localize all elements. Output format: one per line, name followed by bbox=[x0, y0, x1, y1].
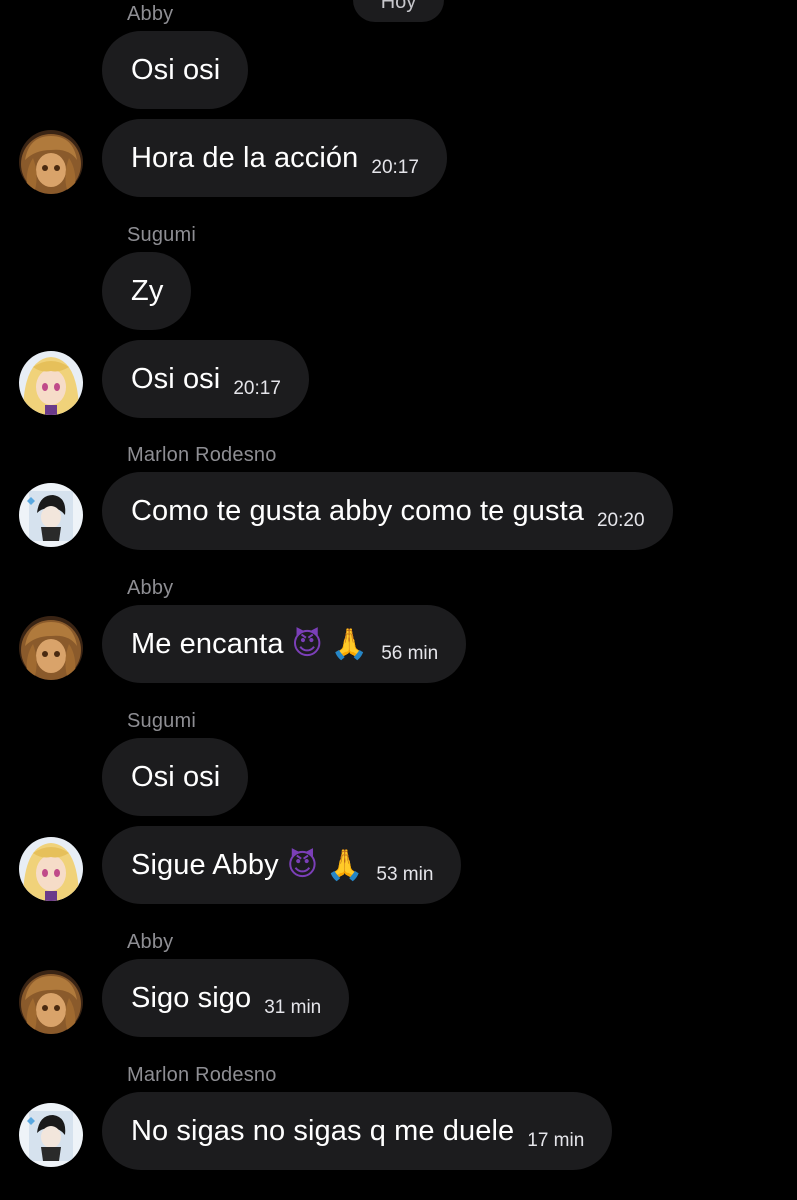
sender-name: Sugumi bbox=[127, 710, 197, 732]
abby-avatar[interactable] bbox=[19, 970, 83, 1034]
message-bubble[interactable]: Me encanta 😈 🙏 56 min bbox=[102, 605, 467, 683]
message-time: 17 min bbox=[527, 1130, 585, 1151]
sender-name: Abby bbox=[127, 3, 174, 25]
message-bubble[interactable]: Hora de la acción 20:17 bbox=[102, 119, 447, 197]
sender-name: Abby bbox=[127, 931, 174, 953]
smiling-devil-emoji: 😈 bbox=[286, 847, 319, 883]
sender-name: Marlon Rodesno bbox=[127, 1064, 277, 1086]
sender-name: Abby bbox=[127, 577, 174, 599]
message-text: Hora de la acción bbox=[131, 141, 359, 174]
message-time: 20:17 bbox=[371, 157, 419, 178]
message-time: 20:20 bbox=[596, 510, 645, 531]
sender-name: Marlon Rodesno bbox=[127, 444, 277, 466]
sugumi-avatar[interactable] bbox=[19, 837, 83, 901]
message-text: Sigue Abby bbox=[131, 848, 279, 881]
abby-avatar[interactable] bbox=[19, 616, 83, 680]
message-bubble[interactable]: Osi osi 20:17 bbox=[102, 340, 309, 418]
message-time: 53 min bbox=[376, 864, 434, 885]
message-bubble[interactable]: Sigo sigo 31 min bbox=[102, 959, 350, 1037]
marlon-avatar[interactable] bbox=[19, 483, 83, 547]
chat-thread: Hoy Abby Osi osi Hora de la acción 20:17… bbox=[0, 0, 797, 1200]
message-time: 56 min bbox=[381, 643, 439, 664]
message-text: Zy bbox=[131, 274, 164, 307]
abby-avatar[interactable] bbox=[19, 130, 83, 194]
message-text: No sigas no sigas q me duele bbox=[131, 1114, 515, 1147]
date-separator: Hoy bbox=[353, 0, 444, 22]
message-text: Como te gusta abby como te gusta bbox=[131, 494, 584, 527]
marlon-avatar[interactable] bbox=[19, 1103, 83, 1167]
message-time: 31 min bbox=[264, 997, 322, 1018]
message-text: Sigo sigo bbox=[131, 981, 252, 1014]
message-text: Me encanta bbox=[131, 627, 284, 660]
message-text: Osi osi bbox=[131, 362, 221, 395]
message-bubble[interactable]: Zy bbox=[102, 252, 192, 330]
sugumi-avatar[interactable] bbox=[19, 351, 83, 415]
message-bubble[interactable]: Osi osi bbox=[102, 738, 249, 816]
message-text: Osi osi bbox=[131, 760, 221, 793]
message-time: 20:17 bbox=[233, 378, 281, 399]
sender-name: Sugumi bbox=[127, 224, 197, 246]
folded-hands-emoji: 🙏 bbox=[326, 847, 364, 883]
message-text: Osi osi bbox=[131, 53, 221, 86]
folded-hands-emoji: 🙏 bbox=[330, 626, 369, 662]
message-bubble[interactable]: Como te gusta abby como te gusta 20:20 bbox=[102, 472, 673, 550]
message-bubble[interactable]: No sigas no sigas q me duele 17 min bbox=[102, 1092, 613, 1170]
date-label: Hoy bbox=[380, 0, 417, 13]
message-bubble[interactable]: Osi osi bbox=[102, 31, 249, 109]
smiling-devil-emoji: 😈 bbox=[291, 626, 323, 662]
message-bubble[interactable]: Sigue Abby 😈 🙏 53 min bbox=[102, 826, 462, 904]
